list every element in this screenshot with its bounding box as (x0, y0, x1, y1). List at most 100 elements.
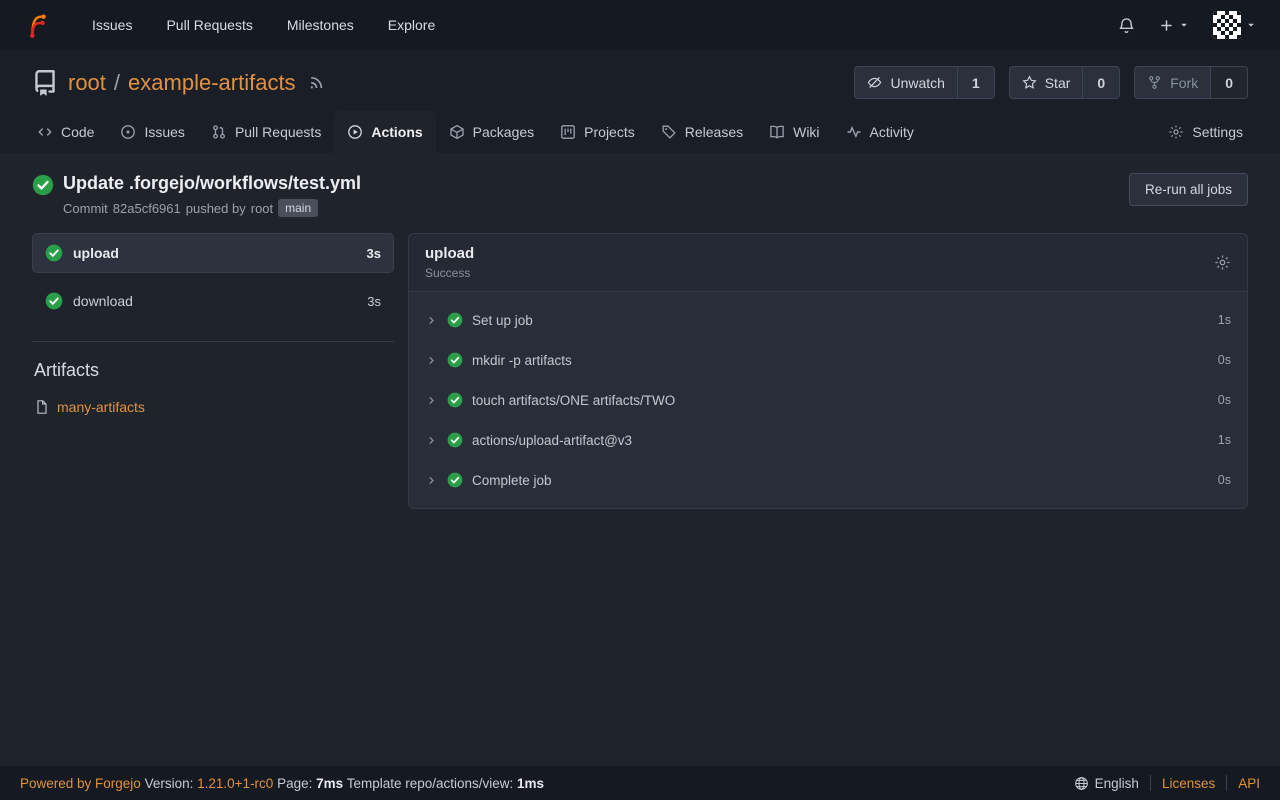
powered-by-link[interactable]: Powered by Forgejo (20, 776, 141, 791)
fork-button[interactable]: Fork 0 (1134, 66, 1248, 99)
job-status: Success (425, 266, 474, 280)
tab-projects[interactable]: Projects (547, 111, 648, 153)
globe-icon (1074, 776, 1089, 791)
step-row[interactable]: mkdir -p artifacts 0s (409, 340, 1247, 380)
project-board-icon (560, 124, 576, 140)
tab-code[interactable]: Code (24, 111, 107, 153)
tab-activity[interactable]: Activity (833, 111, 927, 153)
step-row[interactable]: actions/upload-artifact@v3 1s (409, 420, 1247, 460)
star-button[interactable]: Star 0 (1009, 66, 1120, 99)
tab-wiki[interactable]: Wiki (756, 111, 832, 153)
language-menu[interactable]: English (1074, 776, 1139, 791)
chevron-right-icon (425, 394, 438, 407)
tab-issues[interactable]: Issues (107, 111, 197, 153)
play-circle-icon (347, 124, 363, 140)
pull-request-icon (211, 124, 227, 140)
tab-pull-requests[interactable]: Pull Requests (198, 111, 334, 153)
repo-title: root / example-artifacts (68, 70, 296, 96)
issue-icon (120, 124, 136, 140)
repo-name-link[interactable]: example-artifacts (128, 70, 296, 96)
user-menu[interactable] (1213, 11, 1256, 39)
run-subtitle: Commit 82a5cf6961 pushed by root main (63, 199, 361, 217)
commit-sha[interactable]: 82a5cf6961 (113, 201, 181, 216)
artifact-link[interactable]: many-artifacts (57, 399, 145, 415)
job-item-download[interactable]: download 3s (32, 281, 394, 321)
repo-book-icon (32, 70, 58, 96)
nav-milestones[interactable]: Milestones (270, 0, 371, 50)
rss-icon[interactable] (308, 74, 325, 91)
navbar-right (1118, 11, 1256, 39)
step-success-icon (447, 432, 463, 448)
step-success-icon (447, 352, 463, 368)
rerun-all-jobs-button[interactable]: Re-run all jobs (1129, 173, 1248, 206)
star-icon (1022, 75, 1037, 90)
branch-badge[interactable]: main (278, 199, 318, 217)
job-item-upload[interactable]: upload 3s (32, 233, 394, 273)
step-duration: 1s (1218, 433, 1231, 447)
chevron-right-icon (425, 434, 438, 447)
step-duration: 0s (1218, 353, 1231, 367)
file-icon (34, 399, 50, 415)
nav-pull-requests[interactable]: Pull Requests (149, 0, 269, 50)
nav-explore[interactable]: Explore (371, 0, 452, 50)
book-open-icon (769, 124, 785, 140)
chevron-right-icon (425, 354, 438, 367)
artifacts-heading: Artifacts (34, 360, 394, 381)
repo-owner-link[interactable]: root (68, 70, 106, 96)
footer-divider (1226, 775, 1227, 791)
repo-action-buttons: Unwatch 1 Star 0 (854, 66, 1248, 99)
repo-header: root / example-artifacts Unwatch 1 (0, 50, 1280, 153)
job-duration: 3s (367, 246, 381, 261)
repo-tabs: Code Issues Pull Requests Actions Packag… (0, 111, 1280, 153)
run-success-icon (32, 174, 54, 196)
job-success-icon (45, 244, 63, 262)
job-duration: 3s (367, 294, 381, 309)
star-count[interactable]: 0 (1082, 67, 1119, 98)
api-link[interactable]: API (1238, 776, 1260, 791)
tab-packages[interactable]: Packages (436, 111, 547, 153)
create-new-button[interactable] (1159, 18, 1189, 33)
tab-actions[interactable]: Actions (334, 111, 435, 153)
page-time: 7ms (316, 776, 343, 791)
chevron-right-icon (425, 314, 438, 327)
footer-divider (1150, 775, 1151, 791)
user-avatar (1213, 11, 1241, 39)
commit-author[interactable]: root (251, 201, 273, 216)
nav-links: Issues Pull Requests Milestones Explore (75, 0, 452, 50)
step-success-icon (447, 312, 463, 328)
version-link[interactable]: 1.21.0+1-rc0 (197, 776, 273, 791)
sidebar-divider (32, 341, 394, 342)
actions-run-view: Update .forgejo/workflows/test.yml Commi… (0, 153, 1280, 509)
tag-icon (661, 124, 677, 140)
run-title: Update .forgejo/workflows/test.yml (63, 173, 361, 194)
chevron-down-icon (1246, 20, 1256, 30)
watch-count[interactable]: 1 (957, 67, 994, 98)
settings-gear-icon (1168, 124, 1184, 140)
eye-slash-icon (867, 75, 882, 90)
step-list: Set up job 1s mkdir -p artifacts 0s touc… (409, 292, 1247, 508)
artifact-item[interactable]: many-artifacts (34, 399, 394, 415)
step-row[interactable]: Complete job 0s (409, 460, 1247, 500)
tab-releases[interactable]: Releases (648, 111, 756, 153)
job-success-icon (45, 292, 63, 310)
step-row[interactable]: Set up job 1s (409, 300, 1247, 340)
package-icon (449, 124, 465, 140)
footer: Powered by Forgejo Version: 1.21.0+1-rc0… (0, 766, 1280, 800)
code-icon (37, 124, 53, 140)
tab-settings[interactable]: Settings (1155, 111, 1256, 153)
step-success-icon (447, 472, 463, 488)
unwatch-button[interactable]: Unwatch 1 (854, 66, 994, 99)
step-row[interactable]: touch artifacts/ONE artifacts/TWO 0s (409, 380, 1247, 420)
licenses-link[interactable]: Licenses (1162, 776, 1215, 791)
chevron-right-icon (425, 474, 438, 487)
job-panel-header: upload Success (409, 234, 1247, 292)
fork-icon (1147, 75, 1162, 90)
forgejo-logo-icon[interactable] (24, 10, 49, 40)
job-options-gear-icon[interactable] (1214, 254, 1231, 271)
nav-issues[interactable]: Issues (75, 0, 149, 50)
fork-count[interactable]: 0 (1210, 67, 1247, 98)
step-success-icon (447, 392, 463, 408)
step-duration: 1s (1218, 313, 1231, 327)
jobs-sidebar: upload 3s download 3s Artifacts many-art… (32, 233, 394, 415)
notifications-bell-icon[interactable] (1118, 17, 1135, 34)
